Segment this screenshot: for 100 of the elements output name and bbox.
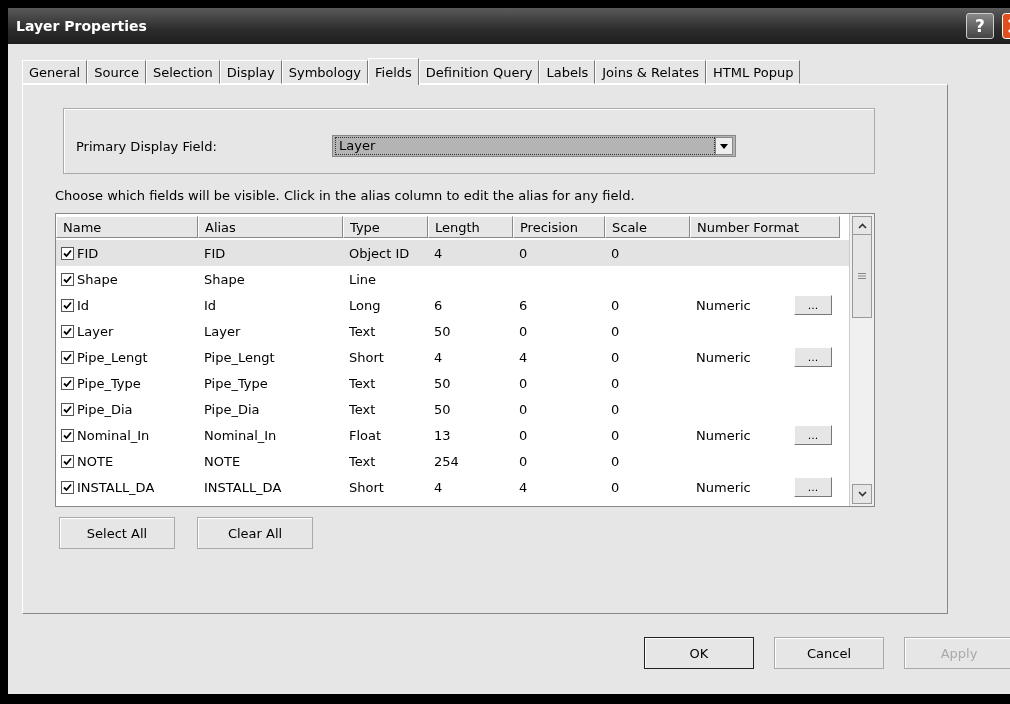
table-row[interactable]: Pipe_Dia Pipe_Dia Text 50 0 0: [56, 396, 849, 422]
table-row[interactable]: Nominal_In Nominal_In Float 13 0 0 Numeric ...: [56, 422, 849, 448]
table-cell-text: 0: [610, 297, 621, 313]
clear-all-button[interactable]: Clear All: [197, 517, 313, 549]
tab[interactable]: Selection: [145, 60, 220, 84]
tab[interactable]: Fields: [368, 58, 419, 85]
table-cell-text: 0: [518, 323, 529, 339]
dialog-button[interactable]: Cancel: [774, 637, 884, 669]
table-cell-text: INSTALL_DA: [203, 479, 283, 495]
select-all-button[interactable]: Select All: [59, 517, 175, 549]
column-header[interactable]: Length: [428, 216, 513, 238]
dialog-button[interactable]: OK: [644, 637, 754, 669]
table-cell-text: 0: [610, 245, 621, 261]
table-row[interactable]: NOTE NOTE Text 254 0 0: [56, 448, 849, 474]
table-cell: Pipe_Dia: [77, 401, 133, 417]
table-cell-text: Numeric: [695, 297, 751, 313]
tab[interactable]: Display: [219, 60, 282, 84]
table-cell-text: 0: [518, 453, 529, 469]
table-cell-text: Layer: [203, 323, 242, 339]
table-cell-text: Nominal_In: [203, 427, 278, 443]
table-cell-text: 4: [518, 349, 529, 365]
table-cell-text: 0: [518, 427, 529, 443]
table-row[interactable]: Id Id Long 6 6 0 Numeric ...: [56, 292, 849, 318]
table-cell-text: Float: [348, 427, 383, 443]
tab[interactable]: Joins & Relates: [595, 60, 706, 84]
table-cell-text: Numeric: [695, 427, 751, 443]
table-cell-text: 0: [518, 375, 529, 391]
table-cell-text: FID: [203, 245, 227, 261]
table-cell: FID: [77, 245, 99, 261]
table-cell-text: 0: [518, 401, 529, 417]
table-cell-text: Text: [348, 453, 377, 469]
table-row[interactable]: Layer Layer Text 50 0 0: [56, 318, 849, 344]
table-cell: Nominal_In: [77, 427, 150, 443]
table-cell-text: 4: [433, 349, 444, 365]
table-cell-text: 6: [433, 297, 444, 313]
table-cell-text: Pipe_Type: [203, 375, 269, 391]
table-cell-text: 50: [433, 323, 452, 339]
table-cell-text: Short: [348, 349, 385, 365]
table-row[interactable]: Shape Shape Line: [56, 266, 849, 292]
table-cell: Pipe_Lengt: [77, 349, 148, 365]
table-cell-text: Shape: [203, 271, 246, 287]
table-cell-text: 4: [433, 479, 444, 495]
table-row[interactable]: FID FID Object ID 4 0 0: [56, 240, 849, 266]
column-header[interactable]: Name: [56, 216, 198, 238]
tab[interactable]: Symbology: [281, 60, 369, 84]
table-cell-text: 4: [518, 479, 529, 495]
table-cell: Layer: [77, 323, 114, 339]
tab[interactable]: General: [22, 60, 88, 84]
tab[interactable]: Source: [87, 60, 146, 84]
table-cell-text: NOTE: [203, 453, 242, 469]
tab[interactable]: Definition Query: [418, 60, 540, 84]
table-cell-text: 4: [433, 245, 444, 261]
table-cell-text: 0: [610, 349, 621, 365]
table-cell-text: 13: [433, 427, 452, 443]
format-button[interactable]: ...: [794, 347, 832, 367]
format-button[interactable]: ...: [794, 425, 832, 445]
table-cell-text: 6: [518, 297, 529, 313]
column-header[interactable]: Type: [343, 216, 428, 238]
format-button[interactable]: ...: [794, 477, 832, 497]
table-cell-text: Pipe_Lengt: [203, 349, 276, 365]
table-cell-text: 50: [433, 375, 452, 391]
table-cell-text: Numeric: [695, 349, 751, 365]
table-cell-text: Short: [348, 479, 385, 495]
table-cell-text: Id: [203, 297, 218, 313]
tab[interactable]: Labels: [539, 60, 596, 84]
table-cell-text: 0: [610, 375, 621, 391]
table-cell-text: 50: [433, 401, 452, 417]
field-label: Primary Display Field:: [76, 138, 218, 154]
tab[interactable]: HTML Popup: [706, 60, 801, 84]
column-header[interactable]: Precision: [513, 216, 605, 238]
table-cell-text: 0: [610, 323, 621, 339]
table-cell-text: 0: [610, 401, 621, 417]
window-title: Layer Properties: [16, 18, 148, 34]
table-cell-text: Object ID: [348, 245, 411, 261]
table-row[interactable]: Pipe_Type Pipe_Type Text 50 0 0: [56, 370, 849, 396]
table-row[interactable]: INSTALL_DA INSTALL_DA Short 4 4 0 Numeric ...: [56, 474, 849, 500]
instructions-text: Choose which fields will be visible. Click in the alias column to edit the alias for any field.: [55, 188, 636, 203]
table-cell-text: 254: [433, 453, 460, 469]
table-cell-text: Pipe_Dia: [203, 401, 261, 417]
table-cell-text: Text: [348, 323, 377, 339]
table-cell: Shape: [77, 271, 118, 287]
table-row[interactable]: Pipe_Lengt Pipe_Lengt Short 4 4 0 Numeric ...: [56, 344, 849, 370]
table-cell-text: Numeric: [695, 479, 751, 495]
table-cell: NOTE: [77, 453, 114, 469]
column-header[interactable]: Number Format: [690, 216, 840, 238]
table-cell-text: Text: [348, 375, 377, 391]
table-cell-text: 0: [610, 453, 621, 469]
table-cell: Pipe_Type: [77, 375, 141, 391]
table-cell: Id: [77, 297, 90, 313]
primary-field-dropdown[interactable]: Layer: [332, 135, 736, 157]
column-header[interactable]: Scale: [605, 216, 690, 238]
column-header[interactable]: Alias: [198, 216, 343, 238]
format-button[interactable]: ...: [794, 295, 832, 315]
table-cell-text: Long: [348, 297, 382, 313]
table-cell-text: Line: [348, 271, 378, 287]
table-cell-text: 0: [610, 479, 621, 495]
table-cell-text: 0: [610, 427, 621, 443]
table-cell-text: Text: [348, 401, 377, 417]
table-cell-text: 0: [518, 245, 529, 261]
help-button[interactable]: ?: [966, 13, 994, 39]
